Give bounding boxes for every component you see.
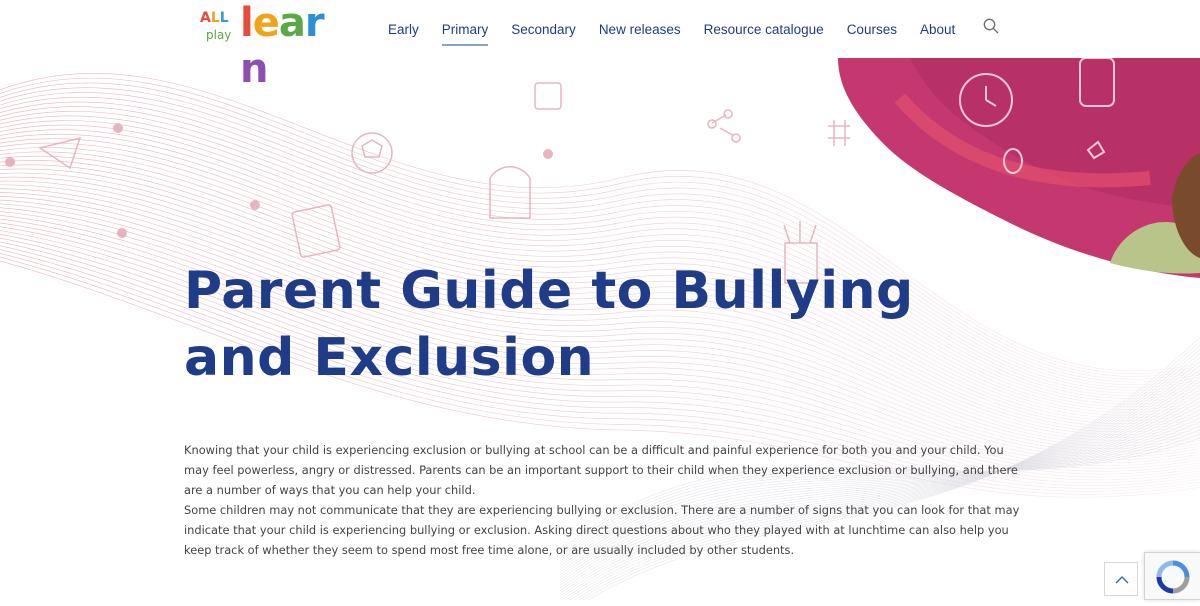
paper-plane-icon [38,136,82,170]
paragraph-signs: Some children may not communicate that t… [184,503,1020,557]
main-nav: Early Primary Secondary New releases Resourc… [388,0,978,58]
page-title-line2: and Exclusion [184,328,595,388]
article-body: Knowing that your child is experiencing … [184,440,1024,560]
recaptcha-badge[interactable] [1144,552,1200,600]
nav-item-secondary[interactable]: Secondary [511,12,576,47]
page-title-line1: Parent Guide to Bullying [184,261,914,321]
nav-item-about[interactable]: About [920,12,955,47]
nav-item-primary[interactable]: Primary [441,12,488,47]
recaptcha-icon [1156,560,1190,594]
paragraph-intro: Knowing that your child is experiencing … [184,443,1018,497]
chevron-up-icon [1115,576,1129,584]
nav-item-new-releases[interactable]: New releases [599,12,681,47]
search-icon[interactable] [983,18,999,34]
site-header: ALL play learn Early Primary Secondary New … [0,0,1200,92]
nav-item-early[interactable]: Early [388,12,419,47]
logo-play-text: play [206,28,232,42]
page-title: Parent Guide to Bullying and Exclusion [184,258,984,392]
nav-item-resource-catalogue[interactable]: Resource catalogue [704,12,824,47]
puzzle-icon [534,82,562,110]
soccer-ball-icon [351,132,393,174]
nav-item-courses[interactable]: Courses [847,12,897,47]
logo-learn-text: learn [240,0,325,92]
logo-all-text: ALL [200,10,229,26]
allplaylearn-logo[interactable]: ALL play learn [198,0,344,92]
tic-tac-toe-icon [828,120,850,146]
scroll-to-top-button[interactable] [1104,562,1138,596]
